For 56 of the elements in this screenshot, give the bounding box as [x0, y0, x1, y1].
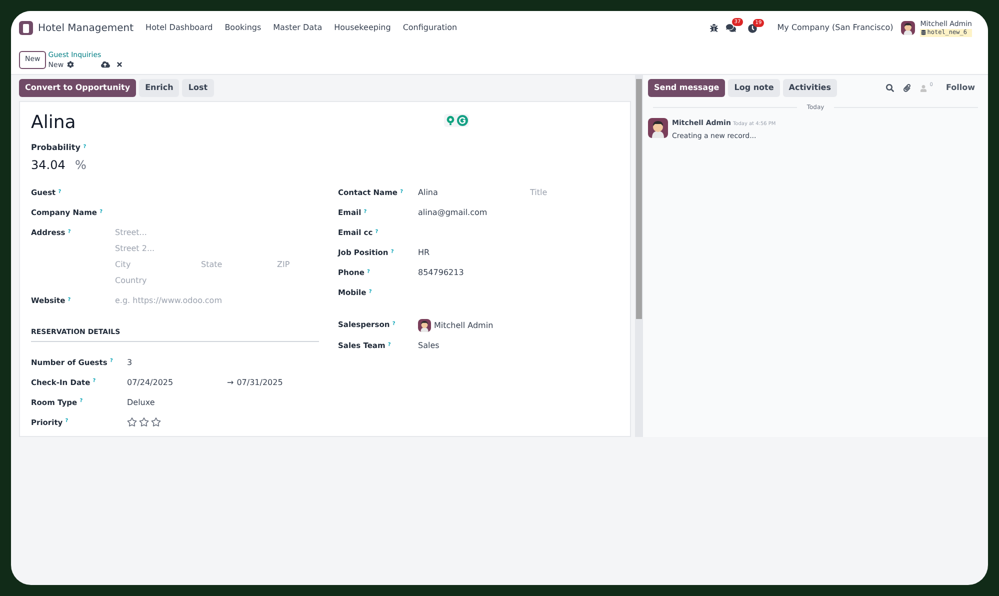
action-button[interactable]: Enrich [139, 79, 180, 97]
avatar-icon [648, 118, 668, 138]
start-date[interactable]: 07/24/2025 [127, 376, 227, 388]
discard-icon[interactable] [116, 61, 123, 68]
city-field[interactable]: City [115, 259, 201, 271]
country-field[interactable]: Country [115, 275, 315, 287]
avatar-icon [901, 21, 916, 35]
field-value[interactable]: Deluxe [127, 396, 239, 408]
field-value[interactable]: alina@gmail.com [418, 207, 530, 219]
salesperson-value[interactable]: Mitchell Admin [434, 320, 494, 332]
street-field[interactable]: Street... [115, 227, 315, 239]
field-value[interactable]: 3 [127, 356, 239, 368]
action-button[interactable]: Activities [782, 79, 837, 97]
record-title[interactable]: Alina [31, 110, 76, 136]
bulb-icon[interactable] [445, 115, 456, 126]
field-label: Probability $^{?}$ [31, 142, 88, 154]
bug-icon[interactable] [710, 24, 718, 32]
arrow: → [227, 376, 234, 388]
action-button[interactable]: Send message [648, 79, 726, 97]
zip-field[interactable]: ZIP [277, 259, 327, 271]
end-date[interactable]: 07/31/2025 [236, 376, 283, 388]
menu-item[interactable]: Hotel Dashboard [146, 22, 213, 34]
action-button[interactable]: Log note [728, 79, 780, 97]
state-field[interactable]: State [201, 259, 277, 271]
scrollbar-thumb[interactable] [636, 79, 642, 319]
title-field[interactable]: Title [530, 187, 590, 199]
company-switcher[interactable]: My Company (San Francisco) [777, 22, 894, 34]
star-icon[interactable] [127, 416, 137, 426]
save-icon[interactable] [100, 60, 110, 69]
paperclip-icon[interactable] [902, 84, 911, 92]
percent-sign: % [75, 157, 86, 174]
menu-item[interactable]: Housekeeping [334, 22, 391, 34]
follow-button[interactable]: Follow [946, 82, 975, 94]
field-value[interactable]: HR [418, 247, 530, 259]
star-icon[interactable] [139, 416, 149, 426]
priority-stars[interactable] [127, 416, 161, 426]
probability-value[interactable]: 34.04 [31, 156, 75, 174]
menu-item[interactable]: Bookings [224, 22, 262, 34]
chat-icon[interactable] [726, 23, 736, 33]
website-field[interactable]: e.g. https://www.odoo.com [115, 295, 315, 307]
search-icon[interactable] [886, 84, 894, 92]
app-logo-icon [19, 21, 33, 35]
field-value[interactable]: 854796213 [418, 267, 530, 279]
action-button[interactable]: Lost [182, 79, 214, 97]
grammar-icon[interactable] [457, 115, 468, 126]
gear-icon[interactable] [66, 61, 74, 68]
menu-item[interactable]: Master Data [273, 22, 322, 34]
database-icon [921, 30, 926, 35]
avatar-icon [418, 319, 431, 332]
app-name[interactable]: Hotel Management [38, 20, 134, 36]
action-button[interactable]: Convert to Opportunity [19, 79, 136, 97]
street2-field[interactable]: Street 2... [115, 243, 315, 255]
star-icon[interactable] [151, 416, 161, 426]
field-value[interactable]: Sales [418, 340, 530, 352]
field-value[interactable]: Alina [418, 187, 530, 199]
menu-item[interactable]: Configuration [402, 22, 458, 34]
